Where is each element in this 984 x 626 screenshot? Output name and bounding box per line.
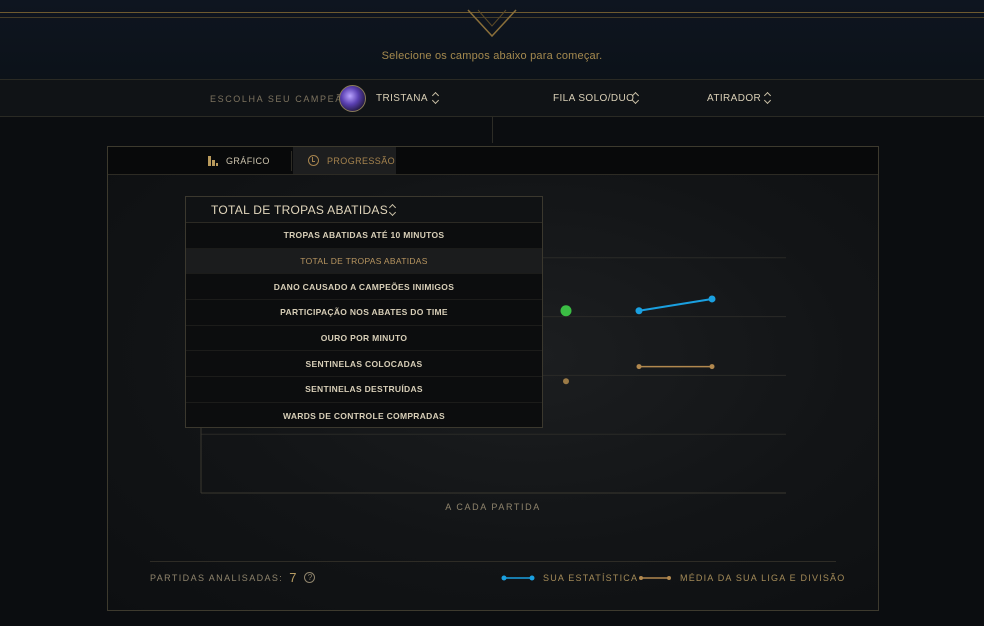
champion-label: ESCOLHA SEU CAMPEÃO: — [210, 94, 356, 104]
metric-option[interactable]: WARDS DE CONTROLE COMPRADAS — [186, 403, 542, 429]
analyzed-matches: PARTIDAS ANALISADAS: 7 ? — [150, 570, 316, 585]
metric-option[interactable]: SENTINELAS COLOCADAS — [186, 351, 542, 378]
metric-option[interactable]: SENTINELAS DESTRUÍDAS — [186, 377, 542, 403]
analyzed-count: 7 — [289, 570, 297, 585]
queue-select[interactable]: FILA SOLO/DUO — [553, 93, 634, 104]
champion-select[interactable]: TRISTANA — [376, 93, 428, 104]
metric-option[interactable]: TROPAS ABATIDAS ATÉ 10 MINUTOS — [186, 223, 542, 249]
series-point — [635, 307, 643, 315]
metric-dropdown-header[interactable]: TOTAL DE TROPAS ABATIDAS — [186, 197, 542, 223]
instruction-prompt: Selecione os campos abaixo para começar. — [381, 50, 603, 62]
series-line — [638, 297, 713, 312]
divider — [492, 117, 493, 143]
metric-updown-icon — [389, 204, 397, 216]
legend-avg-label: MÉDIA DA SUA LIGA E DIVISÃO — [680, 573, 846, 583]
help-icon[interactable]: ? — [304, 572, 316, 583]
metric-option[interactable]: OURO POR MINUTO — [186, 326, 542, 352]
metric-selected: TOTAL DE TROPAS ABATIDAS — [211, 202, 389, 217]
metric-dropdown[interactable]: TOTAL DE TROPAS ABATIDAS TROPAS ABATIDAS… — [185, 196, 543, 428]
footer-divider — [150, 561, 836, 562]
x-axis-label: A CADA PARTIDA — [445, 502, 541, 512]
series-point — [708, 295, 716, 303]
banner-chevron-icon — [467, 9, 517, 38]
series-point — [636, 364, 642, 370]
role-select[interactable]: ATIRADOR — [707, 93, 761, 104]
legend-mine-label: SUA ESTATÍSTICA — [543, 573, 639, 583]
champion-portrait[interactable] — [339, 85, 366, 112]
champion-updown-icon[interactable] — [432, 92, 440, 104]
legend-mine-swatch — [501, 575, 535, 581]
analyzed-label: PARTIDAS ANALISADAS: — [150, 572, 284, 583]
legend-avg-swatch — [639, 576, 671, 580]
extra-point — [560, 305, 572, 317]
extra-point — [563, 378, 569, 385]
legend-mine: SUA ESTATÍSTICA — [501, 573, 638, 583]
series-point — [709, 364, 715, 370]
legend-avg: MÉDIA DA SUA LIGA E DIVISÃO — [638, 573, 845, 583]
metric-option[interactable]: DANO CAUSADO A CAMPEÕES INIMIGOS — [186, 274, 542, 301]
role-updown-icon[interactable] — [764, 92, 772, 104]
metric-option[interactable]: PARTICIPAÇÃO NOS ABATES DO TIME — [186, 300, 542, 326]
selector-bar: ESCOLHA SEU CAMPEÃO: TRISTANA FILA SOLO/… — [0, 79, 984, 117]
queue-updown-icon[interactable] — [632, 92, 640, 104]
metric-option-selected[interactable]: TOTAL DE TROPAS ABATIDAS — [186, 248, 542, 275]
